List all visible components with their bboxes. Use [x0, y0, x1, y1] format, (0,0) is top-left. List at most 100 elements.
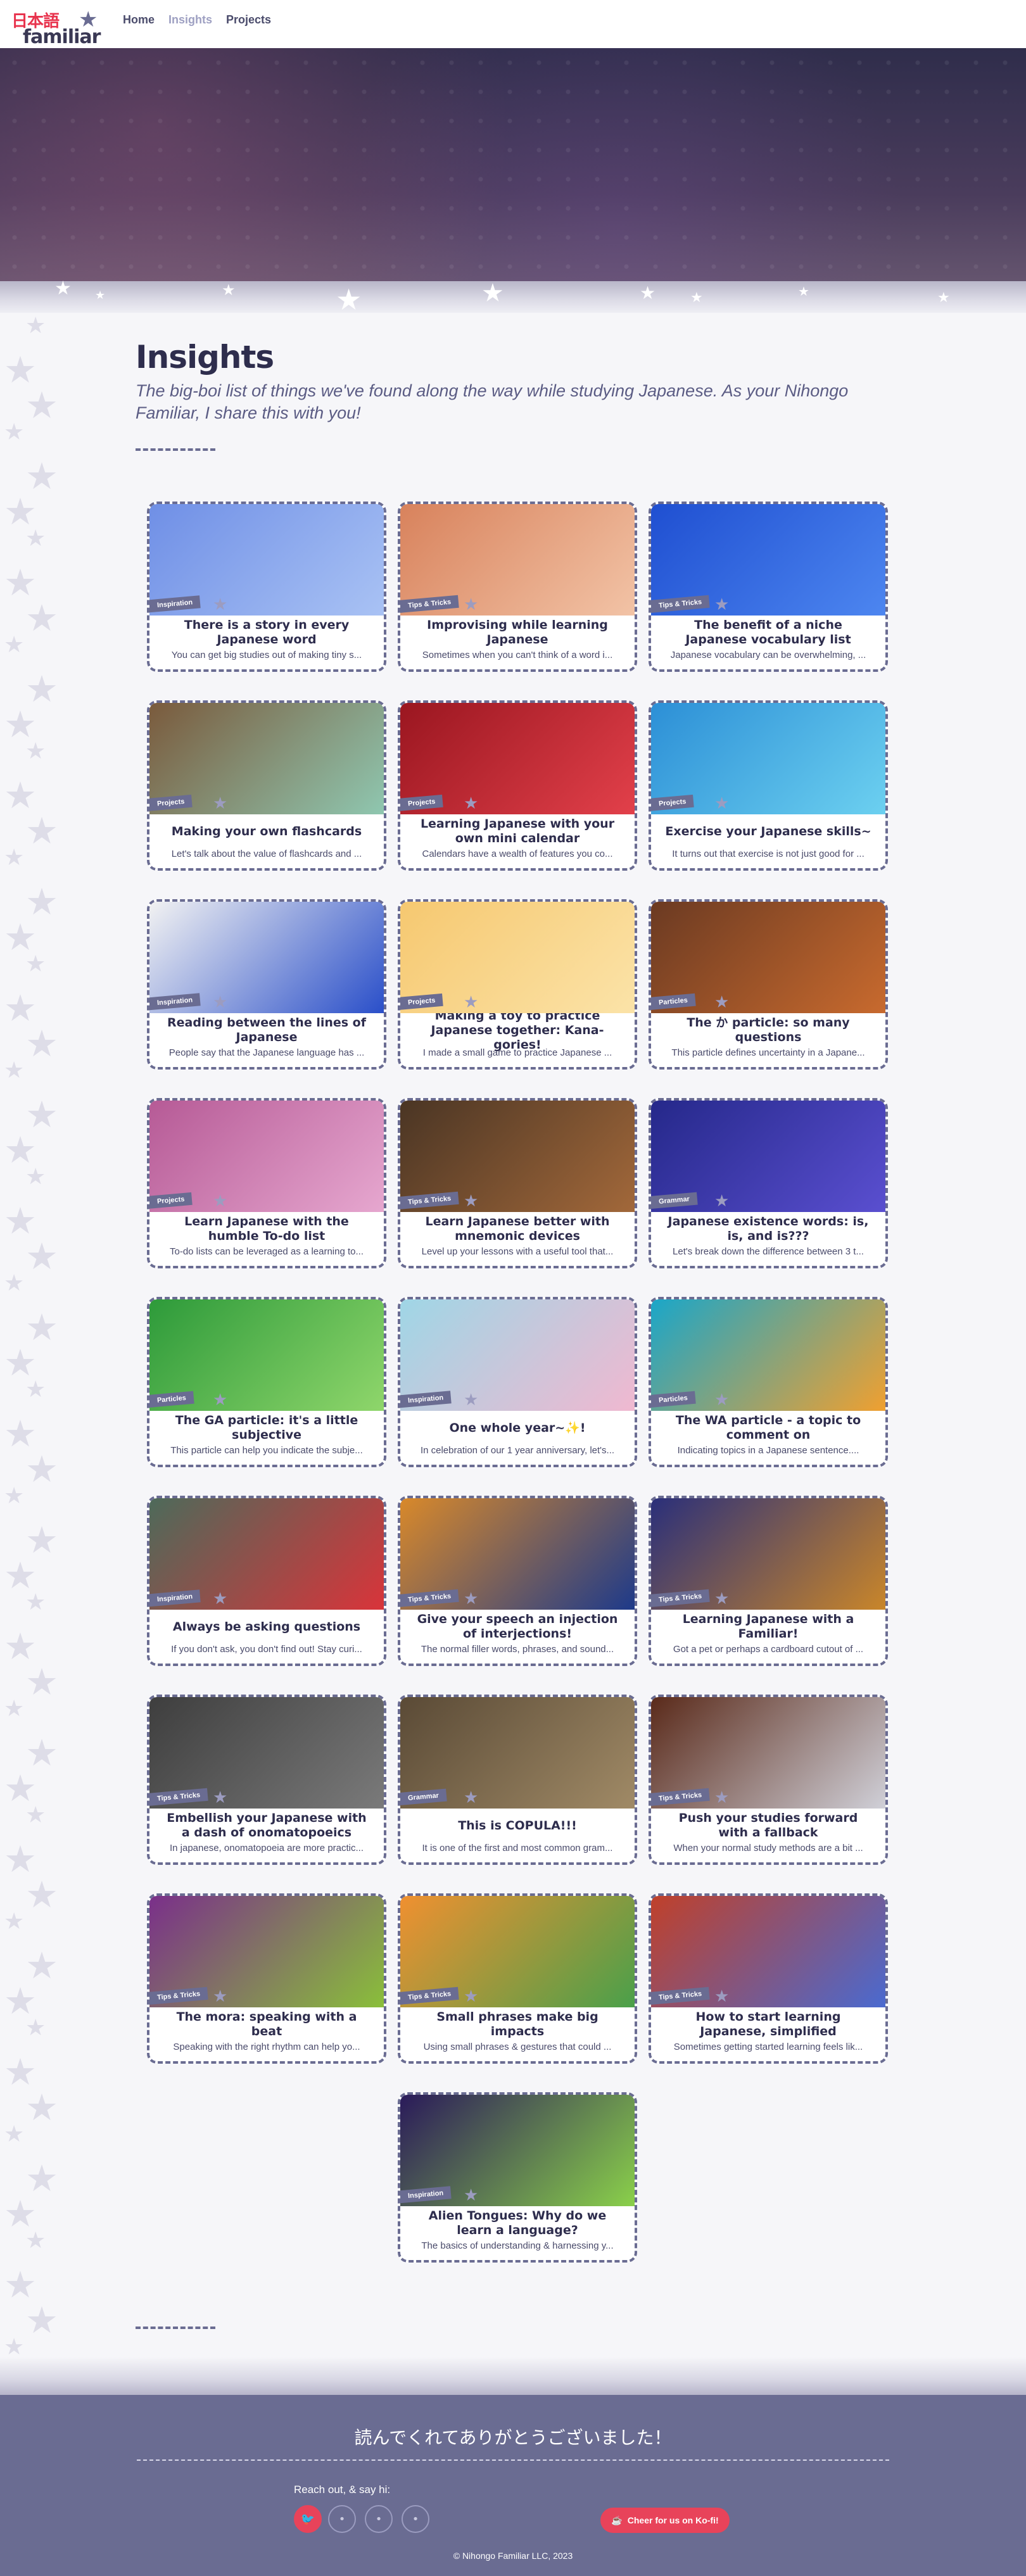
card-description: In japanese, onomatopoeia are more pract… [169, 1843, 364, 1853]
star-icon: ★ [213, 1987, 228, 2006]
card-title: One whole year~✨! [449, 1420, 586, 1435]
card-illustration: Tips & Tricks ★ [651, 1896, 885, 2007]
star-icon: ★ [25, 2299, 58, 2342]
star-icon: ★ [213, 1788, 228, 1807]
star-icon: ★ [25, 809, 58, 852]
nav-insights[interactable]: Insights [168, 13, 212, 27]
insight-card[interactable]: Tips & Tricks ★ Learn Japanese better wi… [398, 1098, 637, 1268]
star-icon: ★ [25, 2086, 58, 2129]
star-icon: ★ [25, 1164, 46, 1190]
star-icon: ★ [25, 1235, 58, 1278]
insight-card[interactable]: Tips & Tricks ★ Small phrases make big i… [398, 1893, 637, 2064]
card-description: Japanese vocabulary can be overwhelming,… [670, 650, 866, 660]
insight-card[interactable]: Tips & Tricks ★ The mora: speaking with … [147, 1893, 386, 2064]
star-icon: ★ [25, 2228, 46, 2254]
card-title: The GA particle: it's a little subjectiv… [175, 1413, 358, 1442]
star-icon: ★ [213, 794, 228, 813]
star-icon: ★ [464, 993, 479, 1012]
social-link[interactable]: • [365, 2505, 393, 2533]
insight-card[interactable]: Tips & Tricks ★ Learning Japanese with a… [649, 1496, 888, 1666]
kofi-button[interactable]: ☕ Cheer for us on Ko-fi! [600, 2508, 730, 2533]
card-illustration: Projects ★ [149, 703, 384, 814]
star-icon: ★ [25, 1448, 58, 1491]
card-description: People say that the Japanese language ha… [168, 1047, 365, 1058]
card-category-tag: Projects [400, 993, 444, 1011]
card-illustration: Inspiration ★ [149, 1498, 384, 1610]
insight-card[interactable]: Particles ★ The か particle: so many ques… [649, 899, 888, 1070]
card-description: Let's break down the difference between … [673, 1246, 864, 1257]
star-icon: ★ [95, 289, 106, 302]
card-title: Embellish your Japanese with a dash of o… [167, 1811, 367, 1840]
star-icon: ★ [4, 419, 25, 445]
insight-card[interactable]: Tips & Tricks ★ Give your speech an inje… [398, 1496, 637, 1666]
card-illustration: Projects ★ [400, 902, 635, 1013]
insight-card[interactable]: Tips & Tricks ★ Push your studies forwar… [649, 1695, 888, 1865]
insight-card[interactable]: Projects ★ Exercise your Japanese skills… [649, 700, 888, 871]
insight-card[interactable]: Projects ★ Making your own flashcards Le… [147, 700, 386, 871]
star-icon: ★ [25, 1802, 46, 1828]
main-nav: Home Insights Projects [123, 13, 271, 27]
card-illustration: Inspiration ★ [149, 504, 384, 616]
card-illustration: Tips & Tricks ★ [400, 504, 635, 616]
card-description: To-do lists can be leveraged as a learni… [169, 1246, 364, 1257]
card-description: This particle defines uncertainty in a J… [671, 1047, 865, 1058]
card-illustration: Grammar ★ [400, 1697, 635, 1809]
hero-star-pattern [0, 48, 1026, 313]
insight-card[interactable]: Inspiration ★ There is a story in every … [147, 502, 386, 672]
card-illustration: Tips & Tricks ★ [651, 504, 885, 616]
star-icon: ★ [25, 384, 58, 427]
insight-card[interactable]: Grammar ★ This is COPULA!!! It is one of… [398, 1695, 637, 1865]
insight-card[interactable]: Inspiration ★ Always be asking questions… [147, 1496, 386, 1666]
star-icon: ★ [25, 1660, 58, 1703]
insight-card[interactable]: Grammar ★ Japanese existence words: is, … [649, 1098, 888, 1268]
insight-card[interactable]: Tips & Tricks ★ Embellish your Japanese … [147, 1695, 386, 1865]
insight-card[interactable]: Tips & Tricks ★ The benefit of a niche J… [649, 502, 888, 672]
card-title: The WA particle - a topic to comment on [675, 1413, 861, 1442]
insight-card[interactable]: Inspiration ★ Reading between the lines … [147, 899, 386, 1070]
footer-thanks: 読んでくれてありがとうございました！ [354, 2427, 672, 2448]
star-icon: ★ [481, 279, 504, 308]
social-link[interactable]: • [328, 2505, 356, 2533]
insight-card[interactable]: Tips & Tricks ★ Improvising while learni… [398, 502, 637, 672]
card-description: Got a pet or perhaps a cardboard cutout … [673, 1644, 864, 1655]
card-illustration: Grammar ★ [651, 1101, 885, 1212]
insight-card[interactable]: Particles ★ The GA particle: it's a litt… [147, 1297, 386, 1467]
star-icon: ★ [25, 526, 46, 552]
insight-card[interactable]: Tips & Tricks ★ How to start learning Ja… [649, 1893, 888, 2064]
star-icon: ★ [714, 794, 730, 813]
card-category-tag: Tips & Tricks [651, 1986, 710, 2005]
card-category-tag: Tips & Tricks [651, 595, 710, 614]
twitter-link[interactable]: 🐦 [294, 2505, 322, 2533]
nav-home[interactable]: Home [123, 13, 155, 27]
site-logo[interactable]: 日本語 ★ familiar [9, 2, 110, 48]
star-icon: ★ [640, 282, 656, 303]
star-icon: ★ [4, 1270, 25, 1296]
insight-card[interactable]: Projects ★ Making a toy to practice Japa… [398, 899, 637, 1070]
star-icon: ★ [464, 1788, 479, 1807]
divider [136, 2327, 215, 2329]
star-icon: ★ [213, 1192, 228, 1211]
nav-projects[interactable]: Projects [226, 13, 271, 27]
insight-card[interactable]: Inspiration ★ One whole year~✨! In celeb… [398, 1297, 637, 1467]
insight-card[interactable]: Inspiration ★ Alien Tongues: Why do we l… [398, 2092, 637, 2263]
insight-card[interactable]: Projects ★ Learning Japanese with your o… [398, 700, 637, 871]
card-category-tag: Tips & Tricks [651, 1788, 710, 1807]
social-link[interactable]: • [402, 2505, 429, 2533]
card-illustration: Inspiration ★ [149, 902, 384, 1013]
star-icon: ★ [4, 1483, 25, 1509]
card-description: I made a small game to practice Japanese… [422, 1047, 612, 1058]
star-icon: ★ [714, 1987, 730, 2006]
insight-card[interactable]: Particles ★ The WA particle - a topic to… [649, 1297, 888, 1467]
star-icon: ★ [714, 1589, 730, 1608]
insight-card[interactable]: Projects ★ Learn Japanese with the humbl… [147, 1098, 386, 1268]
star-icon: ★ [714, 1391, 730, 1410]
card-title: Learning Japanese with your own mini cal… [420, 817, 615, 845]
star-icon: ★ [464, 1987, 479, 2006]
star-icon: ★ [25, 951, 46, 977]
card-category-tag: Inspiration [149, 993, 201, 1011]
kofi-label: Cheer for us on Ko-fi! [627, 2515, 719, 2525]
card-category-tag: Projects [651, 794, 695, 812]
card-illustration: Particles ★ [149, 1299, 384, 1411]
footer: 読んでくれてありがとうございました！ Reach out, & say hi: … [0, 2395, 1026, 2576]
card-category-tag: Inspiration [149, 1589, 201, 1607]
